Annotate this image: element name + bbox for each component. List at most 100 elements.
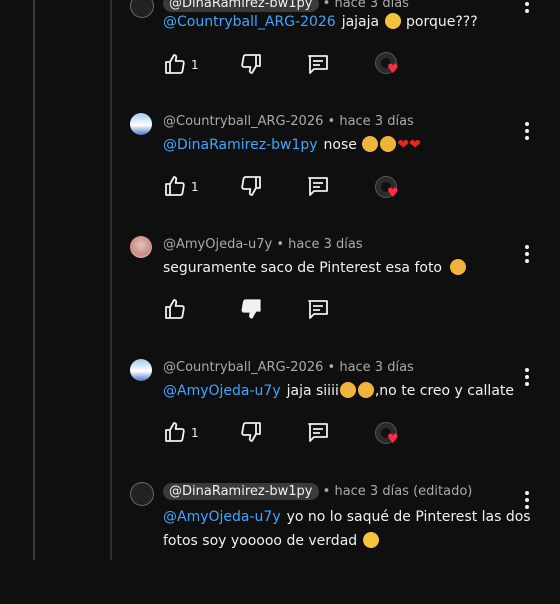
thumbs-down-icon <box>241 422 261 442</box>
like-button[interactable]: 1 <box>163 52 199 78</box>
more-options-button[interactable] <box>519 119 535 141</box>
comment-icon <box>308 177 328 196</box>
comment-author-chip[interactable]: @DinaRamirez-bw1py <box>163 483 319 500</box>
comment-icon <box>308 423 328 442</box>
laughing-emoji-icon <box>384 13 401 29</box>
sweat-smile-emoji-icon <box>362 532 379 548</box>
creator-heart-badge: ♥ <box>375 176 405 206</box>
dislike-button[interactable] <box>239 52 265 78</box>
reply-button[interactable] <box>306 174 332 200</box>
comment-meta: @AmyOjeda-u7y • hace 3 días <box>163 237 363 252</box>
comment-meta: @DinaRamirez-bw1py • hace 3 días (editad… <box>163 483 472 500</box>
thumbs-up-icon <box>165 176 185 196</box>
comment-body: @Countryball_ARG-2026 jajaja porque??? <box>163 10 533 34</box>
creator-heart-badge: ♥ <box>375 52 405 82</box>
comment-text: seguramente saco de Pinterest esa foto <box>163 260 442 276</box>
comment-meta: @Countryball_ARG-2026 • hace 3 días <box>163 114 414 129</box>
kebab-dot <box>525 498 529 502</box>
comment-author[interactable]: @AmyOjeda-u7y <box>163 237 272 252</box>
more-options-button[interactable] <box>519 488 535 510</box>
kebab-dot <box>525 252 529 256</box>
red-heart-icon: ❤ <box>397 137 410 153</box>
comment-body: @AmyOjeda-u7y yo no lo saqué de Pinterest… <box>163 505 533 553</box>
comment-time: hace 3 días (editado) <box>334 484 473 499</box>
kebab-dot <box>525 505 529 509</box>
comment-actions <box>163 297 433 325</box>
comment-icon <box>308 55 328 74</box>
thumbs-down-icon <box>241 54 261 74</box>
like-button[interactable]: 1 <box>163 174 199 200</box>
more-options-button[interactable] <box>519 242 535 264</box>
kebab-dot <box>525 2 529 6</box>
reply-button[interactable] <box>306 420 332 446</box>
mention-link[interactable]: @AmyOjeda-u7y <box>163 383 281 399</box>
comment-item: @Countryball_ARG-2026 • hace 3 días @Amy… <box>0 356 560 480</box>
thumbs-up-icon <box>165 422 185 442</box>
comment-text-after: ,no te creo y callate <box>374 383 514 399</box>
kebab-dot <box>525 9 529 13</box>
meta-separator: • <box>327 114 336 129</box>
mention-link[interactable]: @DinaRamirez-bw1py <box>163 137 318 153</box>
comment-body: @AmyOjeda-u7y jaja siiii ,no te creo y cal… <box>163 379 533 403</box>
avatar[interactable] <box>130 0 154 18</box>
confounded-emoji-icon <box>362 136 379 152</box>
reply-button[interactable] <box>306 52 332 78</box>
like-count: 1 <box>191 58 199 72</box>
creator-heart-badge: ♥ <box>375 422 405 452</box>
avatar[interactable] <box>130 236 152 258</box>
meta-separator: • <box>276 237 285 252</box>
kebab-dot <box>525 259 529 263</box>
creator-heart-icon: ♥ <box>387 432 399 447</box>
more-options-button[interactable] <box>519 365 535 387</box>
like-button[interactable] <box>163 297 189 323</box>
kebab-dot <box>525 382 529 386</box>
kebab-menu-icon <box>525 491 529 495</box>
dislike-button-active[interactable] <box>239 297 265 323</box>
like-button[interactable]: 1 <box>163 420 199 446</box>
avatar[interactable] <box>130 113 152 135</box>
meta-separator: • <box>322 484 331 499</box>
avatar[interactable] <box>130 482 154 506</box>
kebab-menu-icon <box>525 245 529 249</box>
thumbs-up-icon <box>165 54 185 74</box>
comment-body: seguramente saco de Pinterest esa foto <box>163 256 533 280</box>
more-options-button[interactable] <box>519 0 535 14</box>
comment-text-after: porque??? <box>406 14 478 30</box>
comment-meta: @Countryball_ARG-2026 • hace 3 días <box>163 360 414 375</box>
kebab-dot <box>525 375 529 379</box>
like-count: 1 <box>191 180 199 194</box>
comment-text: nose <box>323 137 357 153</box>
mention-link[interactable]: @AmyOjeda-u7y <box>163 509 281 525</box>
comment-text: jaja siiii <box>286 383 339 399</box>
comment-icon <box>308 300 328 319</box>
confounded-emoji-icon <box>380 136 397 152</box>
kebab-dot <box>525 129 529 133</box>
comment-body: @DinaRamirez-bw1py nose ❤❤ <box>163 133 533 157</box>
comment-time: hace 3 días <box>288 237 363 252</box>
kebab-menu-icon <box>525 368 529 372</box>
kebab-menu-icon <box>525 122 529 126</box>
comment-text: jajaja <box>341 14 380 30</box>
red-heart-icon: ❤ <box>409 137 421 153</box>
dislike-button[interactable] <box>239 420 265 446</box>
comment-item: @Countryball_ARG-2026 • hace 3 días @Din… <box>0 110 560 234</box>
thumbs-down-filled-icon <box>241 299 261 319</box>
unamused-emoji-icon <box>450 259 467 275</box>
meta-separator: • <box>327 360 336 375</box>
thumbs-down-icon <box>241 176 261 196</box>
thumbs-up-icon <box>165 299 185 319</box>
mention-link[interactable]: @Countryball_ARG-2026 <box>163 14 336 30</box>
comment-time: hace 3 días <box>339 360 414 375</box>
unamused-emoji-icon <box>339 382 356 398</box>
avatar[interactable] <box>130 359 152 381</box>
dislike-button[interactable] <box>239 174 265 200</box>
comment-item: @AmyOjeda-u7y • hace 3 días seguramente … <box>0 233 560 357</box>
unamused-emoji-icon <box>357 382 374 398</box>
creator-heart-icon: ♥ <box>387 186 399 201</box>
reply-button[interactable] <box>306 297 332 323</box>
kebab-dot <box>525 136 529 140</box>
comment-author[interactable]: @Countryball_ARG-2026 <box>163 114 323 129</box>
comment-time: hace 3 días <box>339 114 414 129</box>
comment-item: @DinaRamirez-bw1py • hace 3 días (editad… <box>0 480 560 604</box>
comment-author[interactable]: @Countryball_ARG-2026 <box>163 360 323 375</box>
